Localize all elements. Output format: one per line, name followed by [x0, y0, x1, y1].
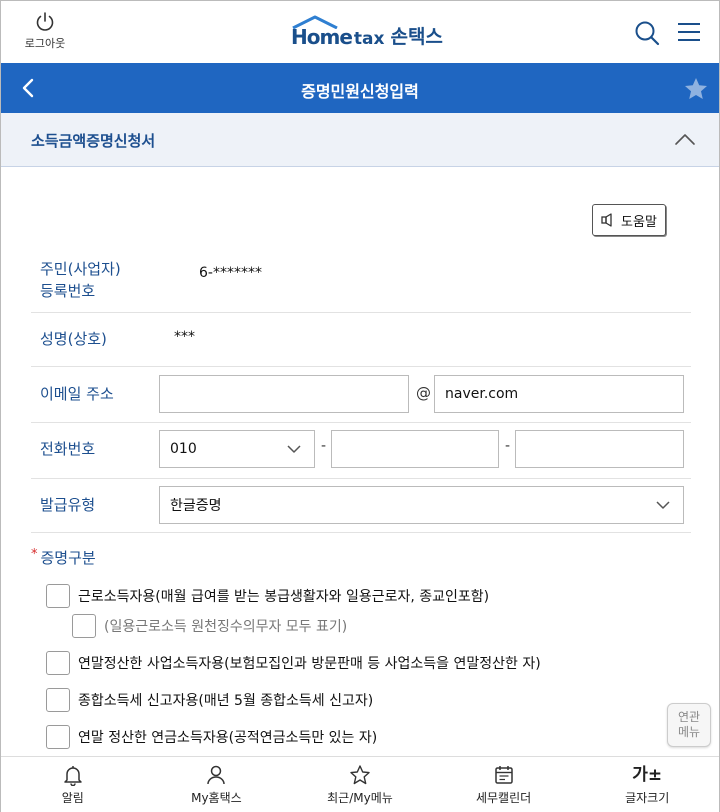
nav-label: My홈택스 — [191, 791, 242, 805]
phone-dash-1: - — [321, 438, 327, 454]
checkbox[interactable] — [46, 725, 70, 749]
option-label: 종합소득세 신고자용(매년 5월 종합소득세 신고자) — [78, 693, 374, 709]
font-size-icon: 가± — [632, 765, 663, 785]
email-at-sign: @ — [416, 384, 431, 402]
checkbox[interactable] — [72, 614, 96, 638]
checkbox[interactable] — [46, 688, 70, 712]
checkbox[interactable] — [46, 651, 70, 675]
related-menu-line1: 연관 — [677, 710, 701, 724]
calendar-icon — [494, 766, 513, 784]
chevron-up-icon — [675, 134, 695, 145]
option-label: 근로소득자용(매월 급여를 받는 봉급생활자와 일용근로자, 종교인포함) — [78, 589, 490, 605]
nav-my-hometax[interactable]: My홈택스 — [145, 757, 289, 812]
phone-prefix-select[interactable]: 010 — [159, 430, 315, 468]
logo-tax-text: tax — [353, 29, 385, 49]
proof-option-comprehensive-income[interactable]: 종합소득세 신고자용(매년 5월 종합소득세 신고자) — [46, 688, 373, 712]
chevron-down-icon — [656, 501, 670, 509]
issue-type-row: 발급유형 한글증명 — [31, 479, 691, 533]
hamburger-icon — [678, 23, 700, 41]
power-icon — [36, 12, 54, 31]
resident-number-value: 6-******* — [199, 265, 262, 281]
logo-korean-text: 손택스 — [390, 26, 443, 48]
proof-option-earned-income[interactable]: 근로소득자용(매월 급여를 받는 봉급생활자와 일용근로자, 종교인포함) — [46, 584, 489, 608]
page-title: 증명민원신청입력 — [301, 82, 419, 101]
search-button[interactable] — [633, 19, 661, 47]
title-bar: 증명민원신청입력 — [1, 63, 719, 113]
help-button[interactable]: 도움말 — [592, 204, 666, 236]
hometax-logo[interactable]: Home tax 손택스 — [291, 13, 443, 49]
help-label: 도움말 — [621, 214, 657, 230]
resident-number-label-line1: 주민(사업자) — [40, 260, 121, 278]
logout-label: 로그아웃 — [24, 37, 66, 50]
phone-middle-input[interactable] — [331, 430, 499, 468]
issue-type-select[interactable]: 한글증명 — [159, 486, 684, 524]
option-label: (일용근로소득 원천징수의무자 모두 표기) — [104, 619, 348, 635]
email-domain-input[interactable]: naver.com — [434, 375, 684, 413]
top-header: 로그아웃 Home tax 손택스 — [1, 1, 719, 63]
proof-option-daily-worker[interactable]: (일용근로소득 원천징수의무자 모두 표기) — [72, 614, 347, 638]
speaker-icon — [601, 213, 612, 227]
phone-label: 전화번호 — [40, 440, 96, 458]
section-header[interactable]: 소득금액증명신청서 — [1, 113, 719, 167]
proof-option-business-income[interactable]: 연말정산한 사업소득자용(보험모집인과 방문판매 등 사업소득을 연말정산한 자… — [46, 651, 541, 675]
proof-type-label-text: 증명구분 — [40, 549, 96, 567]
name-label: 성명(상호) — [40, 330, 107, 348]
star-outline-icon — [350, 765, 370, 785]
name-value: *** — [174, 329, 195, 345]
bell-icon — [64, 766, 82, 786]
phone-prefix-value: 010 — [170, 441, 197, 457]
logout-button[interactable]: 로그아웃 — [19, 11, 71, 51]
resident-number-label: 주민(사업자) 등록번호 — [40, 258, 121, 302]
person-icon — [207, 765, 226, 785]
section-title: 소득금액증명신청서 — [31, 132, 156, 150]
resident-number-label-line2: 등록번호 — [40, 282, 96, 300]
star-icon — [685, 78, 707, 99]
email-local-input[interactable] — [159, 375, 409, 413]
nav-notifications[interactable]: 알림 — [1, 757, 145, 812]
nav-label: 세무캘린더 — [475, 791, 532, 805]
related-menu-button[interactable]: 연관 메뉴 — [667, 703, 711, 747]
chevron-down-icon — [287, 445, 301, 453]
menu-button[interactable] — [677, 21, 701, 43]
proof-option-pension-income[interactable]: 연말 정산한 연금소득자용(공적연금소득만 있는 자) — [46, 725, 377, 749]
collapse-button[interactable] — [673, 129, 697, 149]
required-mark: * — [31, 547, 38, 562]
nav-label: 알림 — [61, 791, 84, 805]
related-menu-line2: 메뉴 — [677, 725, 701, 739]
favorite-button[interactable] — [683, 76, 709, 102]
phone-last-input[interactable] — [515, 430, 684, 468]
proof-type-label: * 증명구분 — [31, 547, 96, 568]
phone-dash-2: - — [505, 438, 511, 454]
nav-tax-calendar[interactable]: 세무캘린더 — [432, 757, 576, 812]
email-row: 이메일 주소 @ naver.com — [31, 367, 691, 423]
name-row: 성명(상호) *** — [31, 313, 691, 367]
search-icon — [635, 21, 660, 46]
issue-type-value: 한글증명 — [170, 498, 222, 514]
nav-font-size[interactable]: 가± 글자크기 — [575, 757, 719, 812]
issue-type-label: 발급유형 — [40, 496, 96, 514]
nav-label: 최근/My메뉴 — [327, 791, 393, 805]
phone-row: 전화번호 010 - - — [31, 423, 691, 479]
bottom-nav: 알림 My홈택스 최근/My메뉴 세무캘린더 가± 글자크기 — [1, 756, 719, 812]
resident-number-row: 주민(사업자) 등록번호 6-******* — [31, 253, 691, 313]
option-label: 연말정산한 사업소득자용(보험모집인과 방문판매 등 사업소득을 연말정산한 자… — [78, 656, 541, 672]
nav-recent-my-menu[interactable]: 최근/My메뉴 — [288, 757, 432, 812]
option-label: 연말 정산한 연금소득자용(공적연금소득만 있는 자) — [78, 730, 378, 746]
logo-roof-icon — [292, 15, 338, 29]
nav-label: 글자크기 — [625, 791, 670, 805]
email-label: 이메일 주소 — [40, 385, 114, 403]
checkbox[interactable] — [46, 584, 70, 608]
